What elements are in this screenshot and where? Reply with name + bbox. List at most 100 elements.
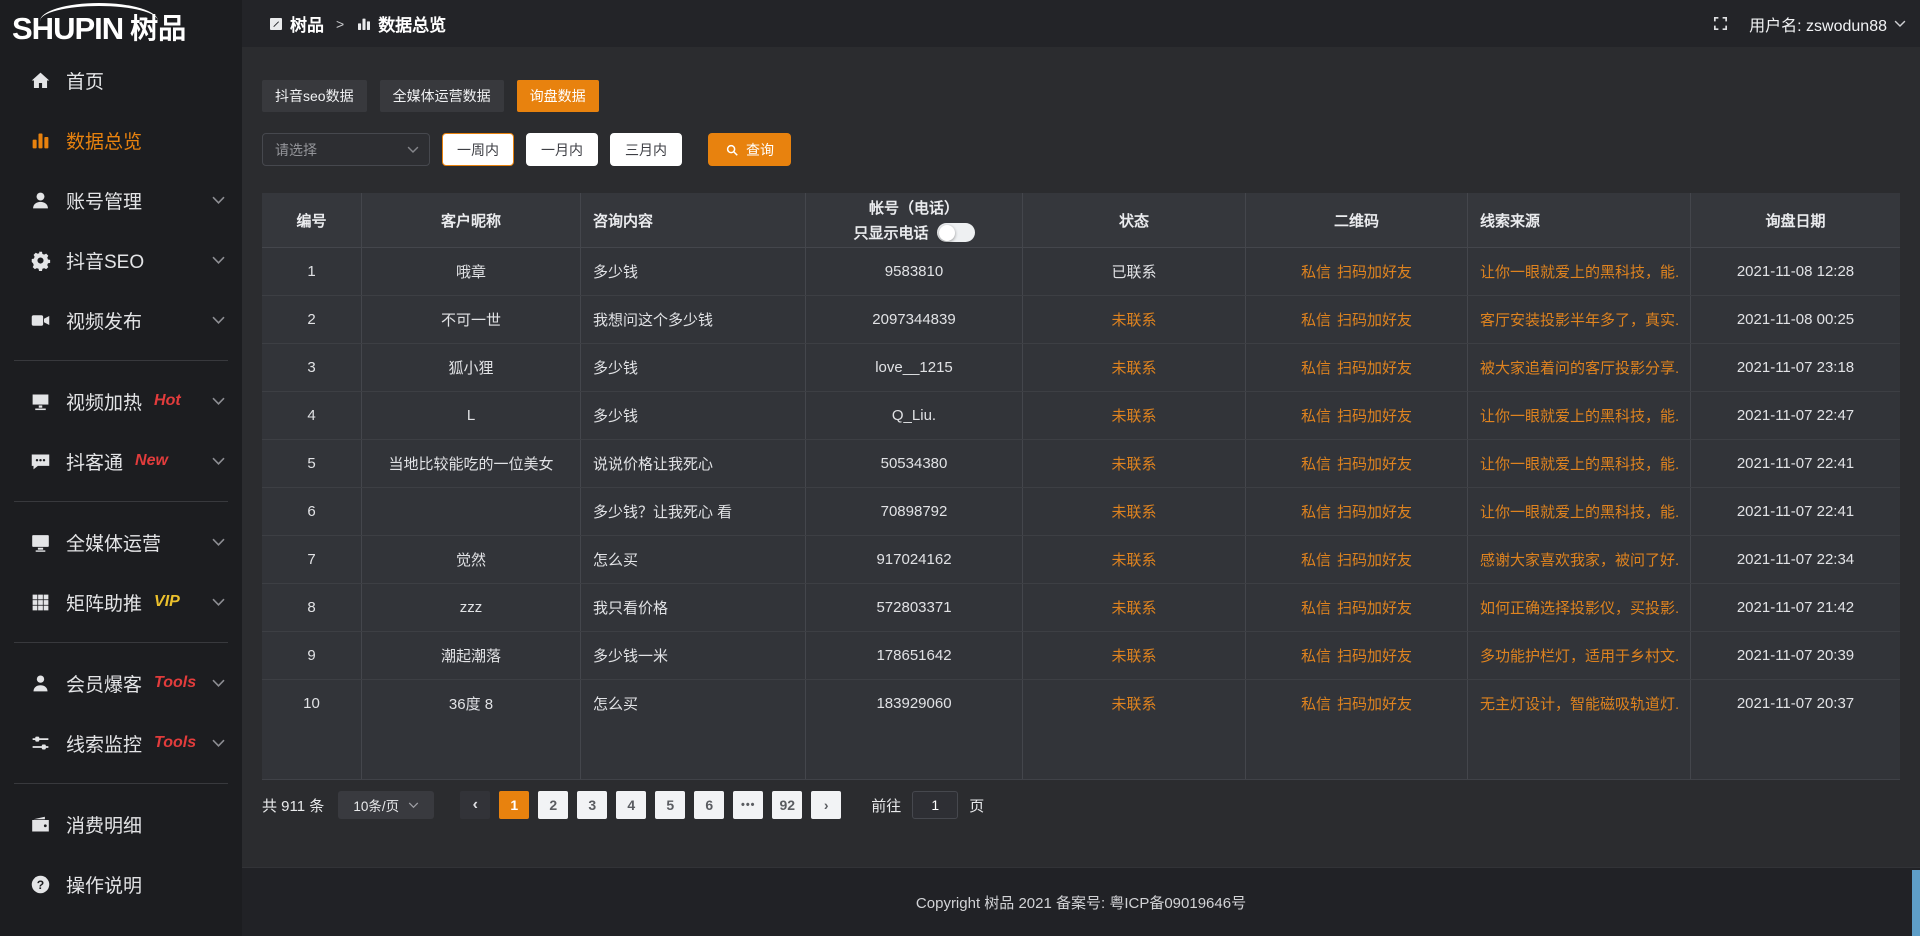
page-button-5[interactable]: 5 [655, 791, 685, 819]
cell-index: 8 [262, 584, 362, 631]
source-link[interactable]: 客厅安装投影半年多了，真实... [1480, 309, 1678, 330]
sidebar-item-video-publish[interactable]: 视频发布 [0, 290, 242, 350]
breadcrumb-item-root[interactable]: 树品 [290, 11, 324, 36]
qr-scan-add-friend-link[interactable]: 扫码加好友 [1337, 501, 1412, 522]
cell-account: 183929060 [806, 680, 1023, 727]
source-link[interactable]: 让你一眼就爱上的黑科技，能... [1480, 453, 1678, 474]
qr-private-message-link[interactable]: 私信 [1301, 549, 1331, 570]
wallet-icon [30, 814, 51, 835]
breadcrumb-separator: > [336, 16, 344, 32]
cell-account: 917024162 [806, 536, 1023, 583]
source-link[interactable]: 如何正确选择投影仪，买投影... [1480, 597, 1678, 618]
qr-scan-add-friend-link[interactable]: 扫码加好友 [1337, 693, 1412, 714]
qr-scan-add-friend-link[interactable]: 扫码加好友 [1337, 261, 1412, 282]
sidebar-item-label: 视频加热 [66, 388, 142, 415]
cell-nickname [362, 488, 581, 535]
sidebar-item-matrix-boost[interactable]: 矩阵助推VIP [0, 572, 242, 632]
cell-status: 未联系 [1023, 392, 1246, 439]
qr-private-message-link[interactable]: 私信 [1301, 453, 1331, 474]
filter-select[interactable]: 请选择 [262, 133, 430, 166]
qr-scan-add-friend-link[interactable]: 扫码加好友 [1337, 597, 1412, 618]
phone-only-toggle[interactable] [937, 223, 975, 242]
range-button-month[interactable]: 一月内 [526, 133, 598, 166]
search-button-label: 查询 [746, 140, 774, 160]
qr-private-message-link[interactable]: 私信 [1301, 405, 1331, 426]
page-button-92[interactable]: 92 [772, 791, 802, 819]
sidebar-item-label: 账号管理 [66, 187, 142, 214]
sidebar-item-home[interactable]: 首页 [0, 50, 242, 110]
cell-account: 70898792 [806, 488, 1023, 535]
qr-scan-add-friend-link[interactable]: 扫码加好友 [1337, 549, 1412, 570]
qr-scan-add-friend-link[interactable]: 扫码加好友 [1337, 309, 1412, 330]
cell-content: 说说价格让我死心 [581, 440, 806, 487]
sidebar-item-data-overview[interactable]: 数据总览 [0, 110, 242, 170]
page-button-2[interactable]: 2 [538, 791, 568, 819]
source-link[interactable]: 让你一眼就爱上的黑科技，能... [1480, 261, 1678, 282]
qr-private-message-link[interactable]: 私信 [1301, 597, 1331, 618]
cell-qrcode: 私信扫码加好友 [1246, 248, 1468, 295]
sliders-icon [30, 733, 51, 754]
qr-private-message-link[interactable]: 私信 [1301, 501, 1331, 522]
fullscreen-icon[interactable] [1712, 15, 1729, 32]
breadcrumb-item-current[interactable]: 数据总览 [378, 11, 446, 36]
sidebar-item-video-heat[interactable]: 视频加热Hot [0, 371, 242, 431]
qr-scan-add-friend-link[interactable]: 扫码加好友 [1337, 645, 1412, 666]
logo: SHUPIN 树品 [0, 0, 242, 50]
source-link[interactable]: 让你一眼就爱上的黑科技，能... [1480, 501, 1678, 522]
range-button-week[interactable]: 一周内 [442, 133, 514, 166]
page-jump: 前往 页 [871, 791, 984, 819]
chevron-down-icon [212, 679, 225, 688]
main-content: 抖音seo数据全媒体运营数据询盘数据 请选择 一周内一月内三月内 查询 编号客户… [242, 47, 1920, 868]
cell-date: 2021-11-07 20:37 [1691, 680, 1900, 727]
column-header-4: 状态 [1023, 193, 1246, 248]
sidebar-item-help[interactable]: ?操作说明 [0, 854, 242, 914]
sidebar-item-consume-detail[interactable]: 消费明细 [0, 794, 242, 854]
page-button-4[interactable]: 4 [616, 791, 646, 819]
source-link[interactable]: 让你一眼就爱上的黑科技，能... [1480, 405, 1678, 426]
source-link[interactable]: 被大家追着问的客厅投影分享... [1480, 357, 1678, 378]
sidebar-item-clue-monitor[interactable]: 线索监控Tools [0, 713, 242, 773]
prev-page-button[interactable]: ‹ [460, 791, 490, 819]
status-text: 未联系 [1111, 693, 1156, 714]
top-bar-right: 用户名: zswodun88 [1712, 12, 1906, 36]
sidebar-item-doukertong[interactable]: 抖客通New [0, 431, 242, 491]
jump-page-input[interactable] [912, 791, 958, 819]
cell-date: 2021-11-08 00:25 [1691, 296, 1900, 343]
sidebar-divider [14, 360, 228, 361]
qr-scan-add-friend-link[interactable]: 扫码加好友 [1337, 405, 1412, 426]
page-button-1[interactable]: 1 [499, 791, 529, 819]
qr-private-message-link[interactable]: 私信 [1301, 357, 1331, 378]
cell-status: 已联系 [1023, 248, 1246, 295]
search-button[interactable]: 查询 [708, 133, 791, 166]
source-link[interactable]: 感谢大家喜欢我家，被问了好... [1480, 549, 1678, 570]
tab-douyin-seo-data[interactable]: 抖音seo数据 [262, 80, 367, 112]
user-menu[interactable]: 用户名: zswodun88 [1749, 12, 1906, 36]
qr-private-message-link[interactable]: 私信 [1301, 309, 1331, 330]
cell-qrcode: 私信扫码加好友 [1246, 488, 1468, 535]
sidebar-badge: VIP [154, 593, 180, 611]
range-button-quarter[interactable]: 三月内 [610, 133, 682, 166]
page-more-button[interactable]: ••• [733, 791, 763, 819]
tab-media-ops-data[interactable]: 全媒体运营数据 [380, 80, 504, 112]
page-button-6[interactable]: 6 [694, 791, 724, 819]
next-page-button[interactable]: › [811, 791, 841, 819]
cell-nickname: zzz [362, 584, 581, 631]
source-link[interactable]: 无主灯设计，智能磁吸轨道灯... [1480, 693, 1678, 714]
source-link[interactable]: 多功能护栏灯，适用于乡村文... [1480, 645, 1678, 666]
qr-private-message-link[interactable]: 私信 [1301, 261, 1331, 282]
qr-private-message-link[interactable]: 私信 [1301, 645, 1331, 666]
sidebar-item-account-manage[interactable]: 账号管理 [0, 170, 242, 230]
jump-suffix-label: 页 [969, 795, 984, 816]
qr-scan-add-friend-link[interactable]: 扫码加好友 [1337, 453, 1412, 474]
sidebar-item-douyin-seo[interactable]: 抖音SEO [0, 230, 242, 290]
tab-inquiry-data[interactable]: 询盘数据 [517, 80, 599, 112]
sidebar-item-media-ops[interactable]: 全媒体运营 [0, 512, 242, 572]
page-button-3[interactable]: 3 [577, 791, 607, 819]
scrollbar-thumb[interactable] [1912, 870, 1920, 936]
sidebar-item-member-baoke[interactable]: 会员爆客Tools [0, 653, 242, 713]
sidebar-item-label: 视频发布 [66, 307, 142, 334]
page-size-select[interactable]: 10条/页 [338, 791, 434, 819]
qr-scan-add-friend-link[interactable]: 扫码加好友 [1337, 357, 1412, 378]
column-header-5: 二维码 [1246, 193, 1468, 248]
qr-private-message-link[interactable]: 私信 [1301, 693, 1331, 714]
